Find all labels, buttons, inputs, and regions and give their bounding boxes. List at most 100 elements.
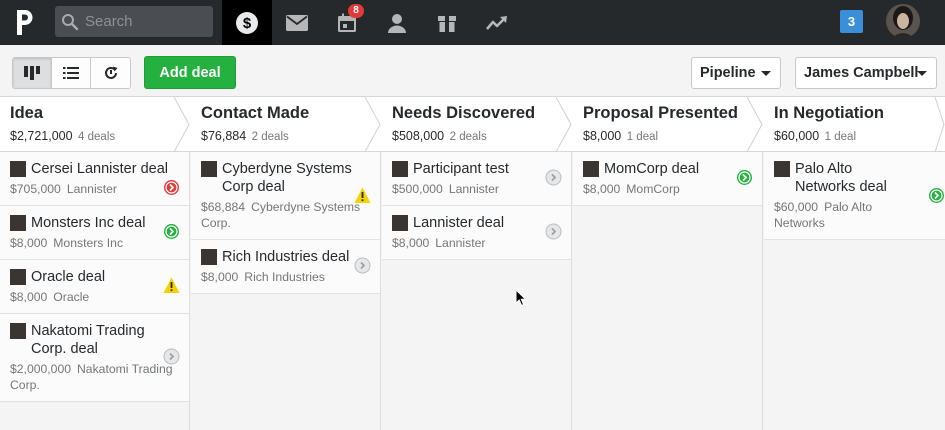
products-nav-button[interactable] bbox=[422, 0, 472, 45]
stage-separator-arrow bbox=[174, 97, 190, 152]
deal-title[interactable]: Oracle deal bbox=[31, 268, 105, 286]
stage-total: $76,884 bbox=[201, 129, 247, 143]
deal-title[interactable]: Rich Industries deal bbox=[222, 248, 349, 266]
pipedrive-logo[interactable] bbox=[12, 6, 38, 38]
deal-title[interactable]: Cyberdyne Systems Corp deal bbox=[222, 160, 370, 196]
person-avatar-icon bbox=[10, 161, 26, 177]
deal-organization: Lannister bbox=[448, 182, 499, 196]
deal-card[interactable]: Oracle deal $8,000 Oracle bbox=[0, 260, 189, 314]
deal-organization: Lannister bbox=[66, 182, 117, 196]
person-avatar-icon bbox=[583, 161, 599, 177]
chevron-down-icon bbox=[761, 71, 771, 76]
stage-name: Proposal Presented bbox=[583, 104, 738, 122]
notifications-button[interactable]: 3 bbox=[840, 10, 863, 33]
no-activity-icon[interactable] bbox=[545, 169, 562, 186]
no-activity-warning-icon[interactable] bbox=[163, 277, 180, 294]
deal-card-title-row: Cyberdyne Systems Corp deal bbox=[201, 160, 370, 196]
deal-title[interactable]: Lannister deal bbox=[413, 214, 504, 232]
stage-column-proposal-presented: MomCorp deal $8,000 MomCorp bbox=[573, 152, 763, 430]
svg-text:$: $ bbox=[243, 15, 252, 32]
deal-title[interactable]: MomCorp deal bbox=[604, 160, 699, 178]
deal-card-title-row: Cersei Lannister deal bbox=[10, 160, 179, 178]
mouse-cursor-icon bbox=[515, 289, 527, 307]
deal-card[interactable]: Monsters Inc deal $8,000 Monsters Inc bbox=[0, 206, 189, 260]
activities-nav-button[interactable]: 8 bbox=[322, 0, 372, 45]
dollar-icon: $ bbox=[236, 11, 258, 34]
deal-details: $60,000 Palo Alto Networks bbox=[774, 199, 935, 231]
stage-header-in-negotiation: In Negotiation $60,000 1 deal bbox=[764, 97, 945, 152]
list-view-button[interactable] bbox=[52, 58, 91, 88]
person-avatar-icon bbox=[10, 215, 26, 231]
user-filter-select[interactable]: James Campbell bbox=[795, 57, 937, 89]
scheduled-activity-icon[interactable] bbox=[736, 169, 753, 186]
pipeline-view-button[interactable] bbox=[13, 58, 52, 88]
insights-nav-button[interactable] bbox=[472, 0, 522, 45]
search-icon bbox=[62, 14, 79, 31]
stage-separator-arrow bbox=[935, 97, 945, 152]
mail-nav-button[interactable] bbox=[272, 0, 322, 45]
deal-card-title-row: Nakatomi Trading Corp. deal bbox=[10, 322, 179, 358]
deal-details: $705,000 Lannister bbox=[10, 181, 179, 197]
user-avatar[interactable] bbox=[886, 4, 920, 38]
deal-organization: MomCorp bbox=[626, 182, 680, 196]
person-avatar-icon bbox=[10, 269, 26, 285]
mail-icon bbox=[286, 14, 308, 31]
deal-value: $8,000 bbox=[10, 236, 48, 250]
stage-header-idea: Idea $2,721,000 4 deals bbox=[0, 97, 190, 152]
overdue-activity-icon[interactable] bbox=[163, 179, 180, 196]
deal-details: $8,000 Monsters Inc bbox=[10, 235, 179, 251]
deal-card[interactable]: Rich Industries deal $8,000 Rich Industri… bbox=[191, 240, 380, 294]
stage-total: $8,000 bbox=[583, 129, 622, 143]
deal-value: $8,000 bbox=[10, 290, 48, 304]
no-activity-icon[interactable] bbox=[354, 257, 371, 274]
deal-title[interactable]: Nakatomi Trading Corp. deal bbox=[31, 322, 179, 358]
stage-deal-count: 2 deals bbox=[449, 131, 487, 143]
add-deal-button[interactable]: Add deal bbox=[144, 56, 236, 89]
deal-value: $60,000 bbox=[774, 200, 819, 214]
stage-summary: $76,884 2 deals bbox=[201, 129, 289, 143]
no-activity-icon[interactable] bbox=[163, 348, 180, 365]
search-input[interactable] bbox=[85, 6, 207, 37]
scheduled-activity-icon[interactable] bbox=[928, 187, 945, 204]
scheduled-activity-icon[interactable] bbox=[163, 223, 180, 240]
deal-card[interactable]: Lannister deal $8,000 Lannister bbox=[382, 206, 571, 260]
view-switcher bbox=[12, 57, 131, 89]
stage-deal-count: 1 deal bbox=[824, 131, 857, 143]
stage-total: $60,000 bbox=[774, 129, 820, 143]
deal-card[interactable]: Participant test $500,000 Lannister bbox=[382, 152, 571, 206]
deal-card[interactable]: Palo Alto Networks deal $60,000 Palo Alto… bbox=[764, 152, 945, 240]
deal-organization: Oracle bbox=[53, 290, 90, 304]
stage-total: $2,721,000 bbox=[10, 129, 73, 143]
no-activity-warning-icon[interactable] bbox=[354, 187, 371, 204]
deal-title[interactable]: Cersei Lannister deal bbox=[31, 160, 168, 178]
deal-value: $8,000 bbox=[201, 270, 239, 284]
deal-card[interactable]: Cyberdyne Systems Corp deal $68,884 Cyber… bbox=[191, 152, 380, 240]
stage-deal-count: 1 deal bbox=[626, 131, 659, 143]
deal-card[interactable]: Nakatomi Trading Corp. deal $2,000,000 Na… bbox=[0, 314, 189, 402]
stage-column-in-negotiation: Palo Alto Networks deal $60,000 Palo Alto… bbox=[764, 152, 945, 430]
deal-title[interactable]: Participant test bbox=[413, 160, 509, 178]
pipeline-select[interactable]: Pipeline bbox=[691, 57, 781, 89]
deal-card-title-row: Palo Alto Networks deal bbox=[774, 160, 935, 196]
stage-summary: $508,000 2 deals bbox=[392, 129, 487, 143]
contacts-nav-button[interactable] bbox=[372, 0, 422, 45]
chevron-down-icon bbox=[917, 71, 927, 76]
person-avatar-icon bbox=[10, 323, 26, 339]
deal-value: $8,000 bbox=[583, 182, 621, 196]
deal-card-title-row: Lannister deal bbox=[392, 214, 561, 232]
deal-title[interactable]: Palo Alto Networks deal bbox=[795, 160, 915, 196]
search-box[interactable] bbox=[55, 6, 213, 37]
deal-details: $500,000 Lannister bbox=[392, 181, 561, 197]
top-navigation-bar: $ 8 bbox=[0, 0, 945, 45]
deal-card[interactable]: MomCorp deal $8,000 MomCorp bbox=[573, 152, 762, 206]
forecast-view-button[interactable] bbox=[91, 58, 130, 88]
deals-nav-button[interactable]: $ bbox=[222, 0, 272, 45]
no-activity-icon[interactable] bbox=[545, 223, 562, 240]
deal-value: $2,000,000 bbox=[10, 362, 71, 376]
deal-details: $8,000 Lannister bbox=[392, 235, 561, 251]
deal-card-title-row: Monsters Inc deal bbox=[10, 214, 179, 232]
list-icon bbox=[63, 67, 79, 79]
deal-title[interactable]: Monsters Inc deal bbox=[31, 214, 145, 232]
deal-card[interactable]: Cersei Lannister deal $705,000 Lannister bbox=[0, 152, 189, 206]
stage-deal-count: 4 deals bbox=[78, 131, 116, 143]
